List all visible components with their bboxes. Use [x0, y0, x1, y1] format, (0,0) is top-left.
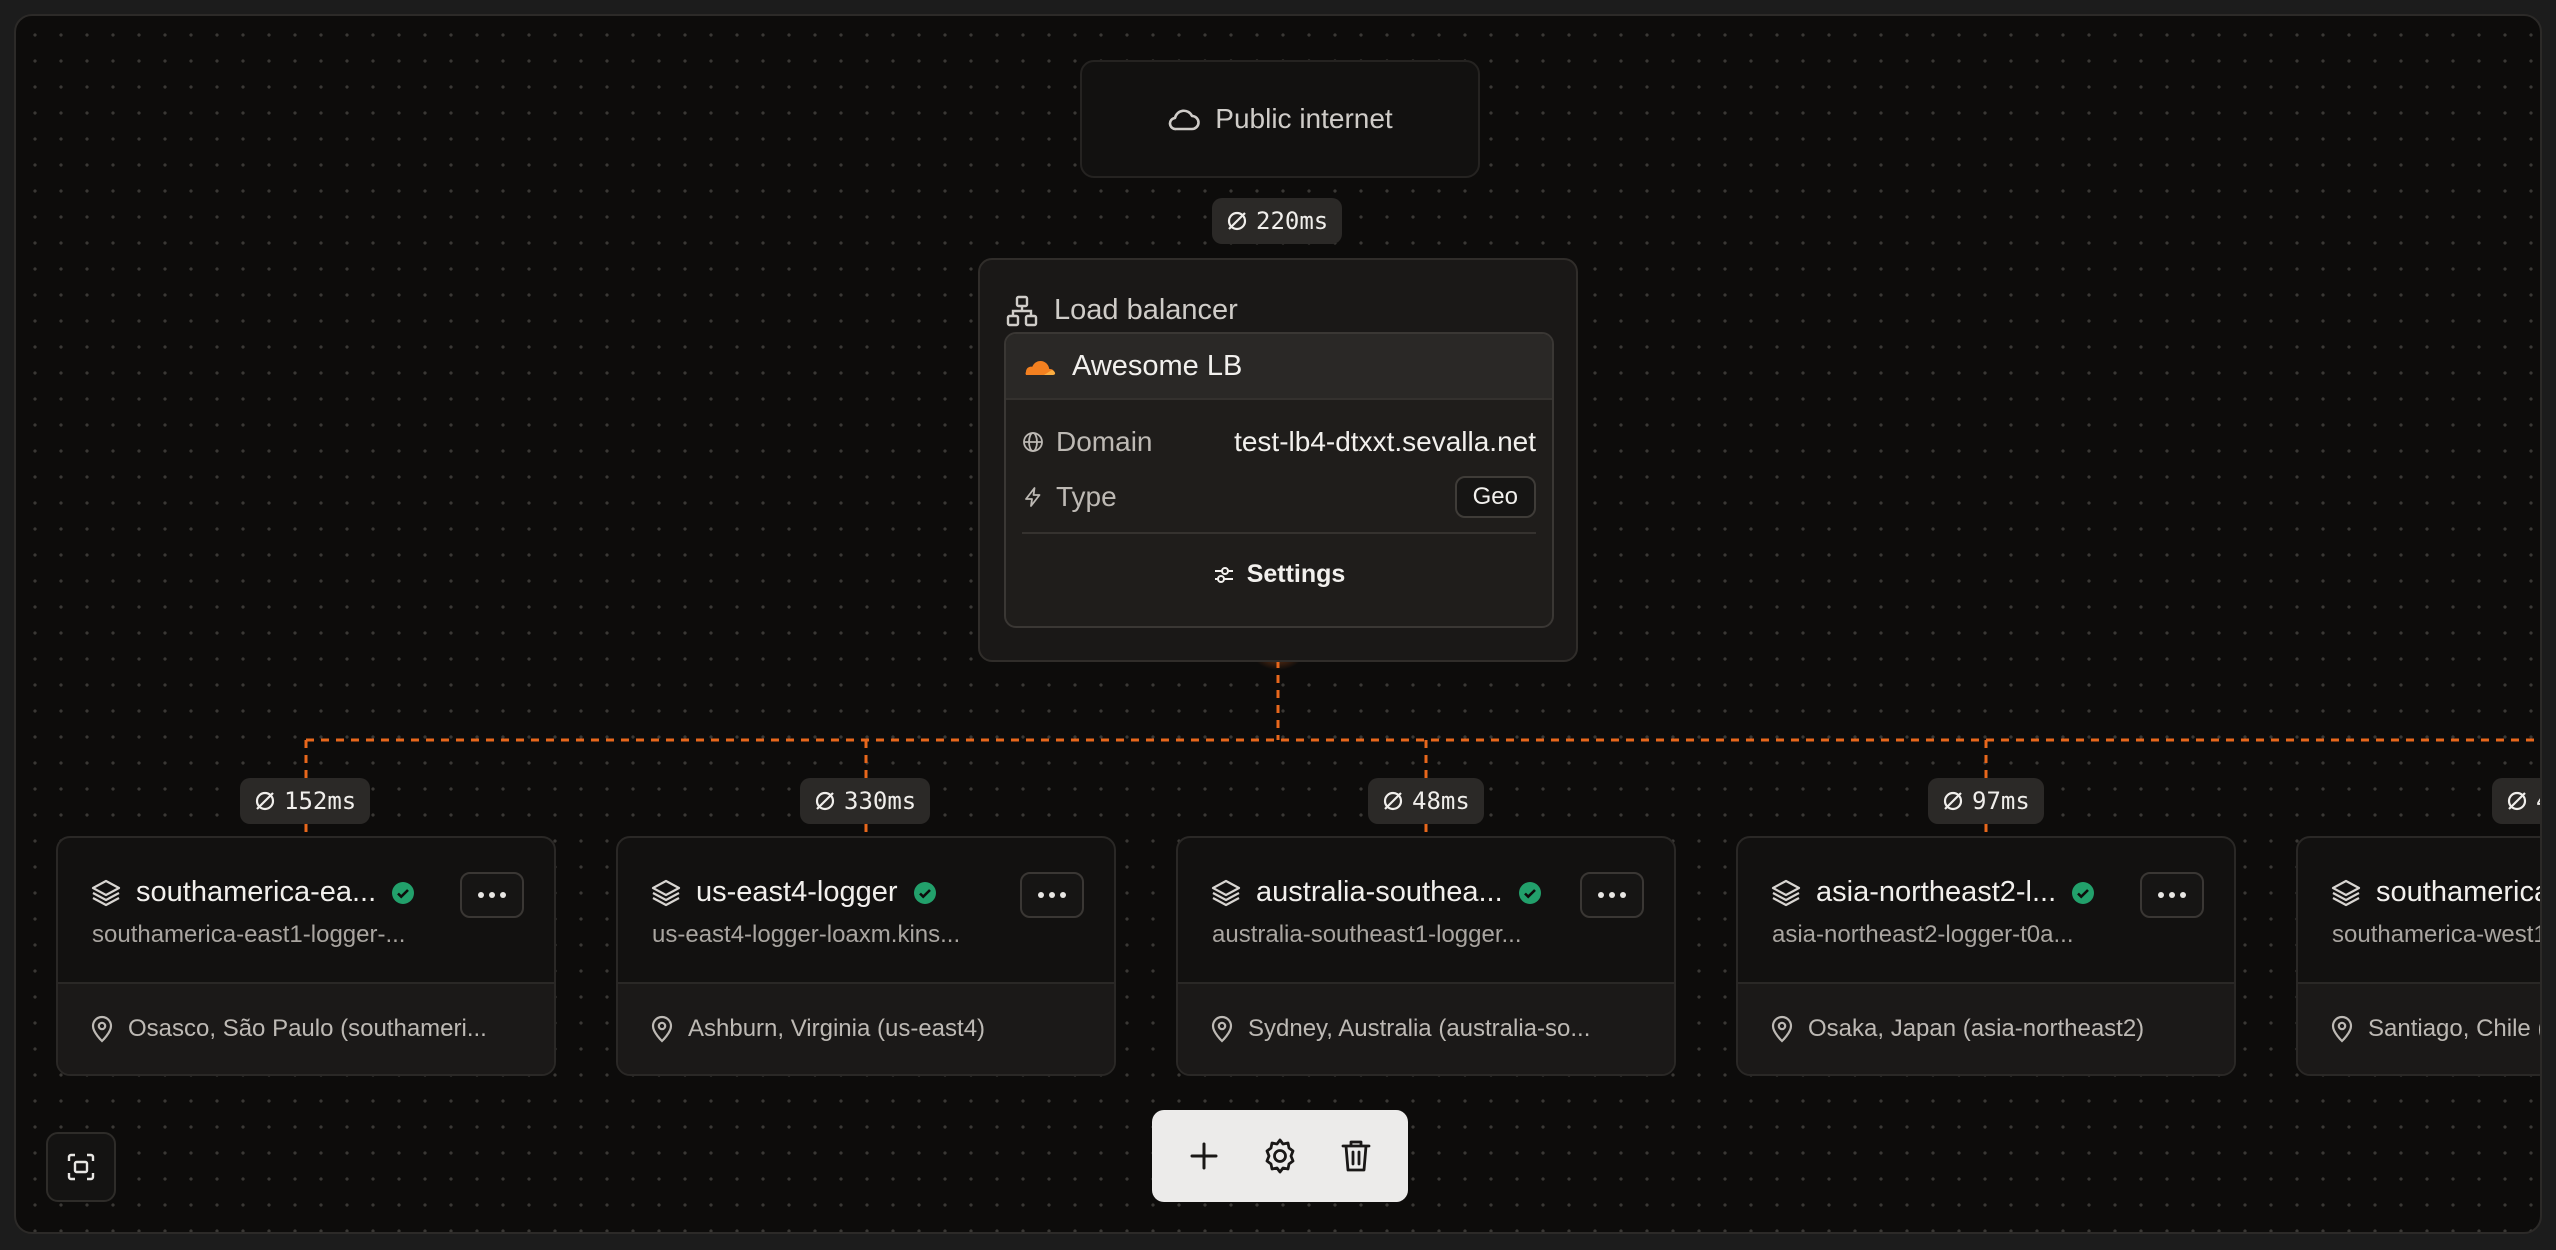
map-pin-icon	[2331, 1015, 2353, 1043]
fit-view-button[interactable]	[46, 1132, 116, 1202]
layers-icon	[1771, 879, 1801, 906]
type-row: Type Geo	[1022, 476, 1536, 518]
cloudflare-logo-icon	[1025, 361, 1056, 375]
service-subtitle: us-east4-logger-loaxm.kins...	[652, 921, 961, 948]
check-badge-icon	[392, 881, 415, 904]
location-text: Ashburn, Virginia (us-east4)	[688, 1015, 986, 1042]
latency-value: 330ms	[844, 787, 917, 815]
layers-icon	[1211, 879, 1241, 906]
sliders-icon	[1214, 566, 1233, 583]
latency-badge-service-3: 48ms	[1368, 778, 1484, 824]
load-balancer-node[interactable]: Load balancer Awesome LB Domain test-lb4…	[978, 258, 1578, 662]
latency-value: 48ms	[1412, 787, 1470, 815]
map-pin-icon	[651, 1015, 673, 1043]
domain-label: Domain	[1056, 426, 1153, 457]
delete-button[interactable]	[1326, 1126, 1386, 1186]
latency-value: 4	[2536, 787, 2540, 815]
topology-canvas[interactable]: Public internet 220ms Load balancer Awes…	[14, 14, 2542, 1234]
load-balancer-settings-button[interactable]: Settings	[1006, 560, 1552, 589]
average-icon	[2507, 791, 2527, 811]
service-location: Ashburn, Virginia (us-east4)	[618, 982, 1114, 1074]
check-badge-icon	[2072, 881, 2095, 904]
layers-icon	[651, 879, 681, 906]
average-icon	[815, 791, 835, 811]
service-subtitle: southamerica-east1-logger-...	[92, 921, 406, 948]
trash-icon	[1341, 1140, 1371, 1172]
service-subtitle: southamerica-west1-logger-...	[2332, 921, 2540, 948]
layers-icon	[91, 879, 121, 906]
lightning-icon	[1025, 487, 1041, 507]
service-name: australia-southea...	[1256, 876, 1503, 908]
service-node[interactable]: asia-northeast2-l... asia-northeast2-log…	[1736, 836, 2236, 1076]
service-node[interactable]: southamerica-wes... southamerica-west1-l…	[2296, 836, 2540, 1076]
service-name: us-east4-logger	[696, 876, 898, 908]
add-button[interactable]	[1174, 1126, 1234, 1186]
settings-label: Settings	[1246, 560, 1346, 588]
service-subtitle: australia-southeast1-logger...	[1212, 921, 1522, 948]
fit-view-icon	[67, 1153, 95, 1181]
divider	[1022, 532, 1536, 534]
service-name: southamerica-ea...	[136, 876, 377, 908]
globe-icon	[1023, 432, 1043, 452]
check-badge-icon	[913, 881, 936, 904]
canvas-toolbar	[1152, 1110, 1408, 1202]
location-text: Osaka, Japan (asia-northeast2)	[1808, 1015, 2145, 1042]
latency-badge-service-5: 4	[2492, 778, 2540, 824]
map-pin-icon	[1211, 1015, 1233, 1043]
network-icon	[1006, 295, 1038, 326]
settings-button[interactable]	[1250, 1126, 1310, 1186]
service-location: Osaka, Japan (asia-northeast2)	[1738, 982, 2234, 1074]
service-location: Sydney, Australia (australia-so...	[1178, 982, 1674, 1074]
public-internet-node[interactable]: Public internet	[1080, 60, 1480, 178]
service-name: asia-northeast2-l...	[1816, 876, 2057, 908]
cloud-icon	[1168, 109, 1201, 131]
latency-badge-service-4: 97ms	[1928, 778, 2044, 824]
domain-row: Domain test-lb4-dtxxt.sevalla.net	[1022, 426, 1536, 458]
type-badge: Geo	[1454, 476, 1536, 518]
service-node[interactable]: southamerica-ea... southamerica-east1-lo…	[56, 836, 556, 1076]
latency-badge-service-1: 152ms	[240, 778, 371, 824]
layers-icon	[2331, 879, 2361, 906]
type-label: Type	[1056, 481, 1117, 512]
location-text: Santiago, Chile (southamerica...	[2368, 1015, 2540, 1042]
more-options-button[interactable]	[2140, 872, 2204, 918]
service-subtitle: asia-northeast2-logger-t0a...	[1772, 921, 2074, 948]
latency-value: 152ms	[284, 787, 357, 815]
average-icon	[1227, 211, 1247, 231]
plus-icon	[1190, 1142, 1218, 1170]
more-options-button[interactable]	[1580, 872, 1644, 918]
load-balancer-details: Awesome LB Domain test-lb4-dtxxt.sevalla…	[1004, 332, 1554, 628]
location-text: Osasco, São Paulo (southameri...	[128, 1015, 487, 1042]
map-pin-icon	[91, 1015, 113, 1043]
load-balancer-name: Awesome LB	[1072, 349, 1243, 382]
latency-badge-internet: 220ms	[1212, 198, 1343, 244]
more-options-button[interactable]	[1020, 872, 1084, 918]
service-node[interactable]: australia-southea... australia-southeast…	[1176, 836, 1676, 1076]
domain-value[interactable]: test-lb4-dtxxt.sevalla.net	[1234, 426, 1536, 458]
load-balancer-section-label: Load balancer	[1054, 294, 1238, 326]
service-node[interactable]: us-east4-logger us-east4-logger-loaxm.ki…	[616, 836, 1116, 1076]
average-icon	[1943, 791, 1963, 811]
gear-icon	[1265, 1138, 1295, 1174]
check-badge-icon	[1518, 881, 1541, 904]
average-icon	[255, 791, 275, 811]
latency-value: 220ms	[1256, 207, 1329, 235]
load-balancer-header: Load balancer	[1006, 294, 1238, 327]
latency-value: 97ms	[1972, 787, 2030, 815]
public-internet-label: Public internet	[1215, 103, 1393, 134]
location-text: Sydney, Australia (australia-so...	[1248, 1015, 1591, 1042]
average-icon	[1383, 791, 1403, 811]
more-options-button[interactable]	[460, 872, 524, 918]
service-location: Santiago, Chile (southamerica...	[2298, 982, 2540, 1074]
service-name: southamerica-wes...	[2376, 876, 2540, 908]
map-pin-icon	[1771, 1015, 1793, 1043]
service-location: Osasco, São Paulo (southameri...	[58, 982, 554, 1074]
load-balancer-title: Awesome LB	[1006, 334, 1552, 400]
latency-badge-service-2: 330ms	[800, 778, 931, 824]
